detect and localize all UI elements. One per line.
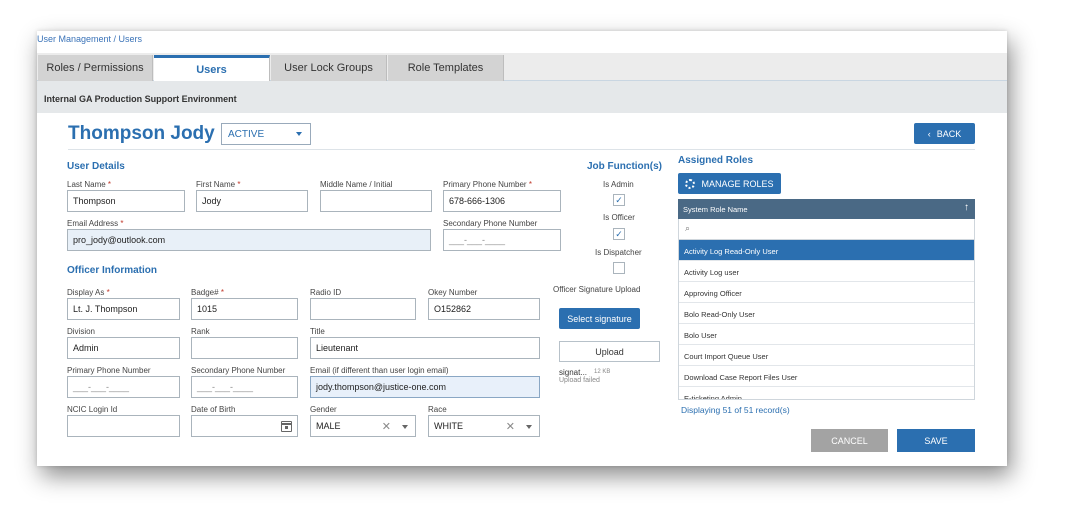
list-item[interactable]: Bolo User [679, 324, 974, 345]
okey-number-field[interactable]: O152862 [428, 298, 540, 320]
upload-status: Upload failed [559, 377, 600, 384]
signature-file-size: 12 KB [594, 369, 611, 375]
back-button[interactable]: ‹ BACK [914, 123, 975, 144]
race-label: Race [428, 405, 447, 414]
ncic-label: NCIC Login Id [67, 405, 118, 414]
rank-label: Rank [191, 327, 210, 336]
badge-label: Badge# * [191, 288, 224, 297]
job-function-title: Job Function(s) [587, 161, 662, 172]
tab-roles-permissions[interactable]: Roles / Permissions [38, 55, 153, 81]
manage-roles-button[interactable]: MANAGE ROLES [678, 173, 781, 194]
save-button[interactable]: SAVE [897, 429, 975, 452]
column-label: System Role Name [683, 205, 748, 214]
first-name-label: First Name * [196, 180, 241, 189]
status-select[interactable]: ACTIVE [221, 123, 311, 145]
display-as-label: Display As * [67, 288, 110, 297]
display-as-field[interactable]: Lt. J. Thompson [67, 298, 180, 320]
ncic-field[interactable] [67, 415, 180, 437]
list-item[interactable]: Download Case Report Files User [679, 366, 974, 387]
clear-icon[interactable]: ✕ [506, 420, 515, 433]
list-item[interactable]: Activity Log user [679, 261, 974, 282]
middle-name-field[interactable] [320, 190, 432, 212]
email-label: Email Address * [67, 219, 124, 228]
gender-select[interactable]: MALE ✕ [310, 415, 416, 437]
gender-label: Gender [310, 405, 337, 414]
title-label: Title [310, 327, 325, 336]
radio-id-label: Radio ID [310, 288, 342, 297]
app-window: User Management / Users Roles / Permissi… [37, 31, 1007, 466]
primary-phone-label: Primary Phone Number * [443, 180, 532, 189]
officer-primary-phone-label: Primary Phone Number [67, 366, 151, 375]
chevron-down-icon [526, 425, 532, 429]
rank-field[interactable] [191, 337, 298, 359]
officer-secondary-phone-label: Secondary Phone Number [191, 366, 286, 375]
status-value: ACTIVE [228, 129, 265, 140]
dob-field[interactable] [191, 415, 298, 437]
badge-field[interactable]: 1015 [191, 298, 298, 320]
is-officer-checkbox[interactable]: ✓ [613, 228, 625, 240]
page-title: Thompson Jody [68, 123, 215, 144]
middle-name-label: Middle Name / Initial [320, 180, 393, 189]
last-name-field[interactable]: Thompson [67, 190, 185, 212]
chevron-left-icon: ‹ [927, 128, 931, 139]
last-name-label: Last Name * [67, 180, 112, 189]
tab-users[interactable]: Users [154, 55, 270, 81]
list-item[interactable]: Approving Officer [679, 282, 974, 303]
officer-secondary-phone-field[interactable]: ___-___-____ [191, 376, 298, 398]
sort-arrow-icon[interactable]: ↑ [964, 202, 969, 213]
race-select[interactable]: WHITE ✕ [428, 415, 540, 437]
roles-column-header[interactable]: System Role Name ↑ [678, 199, 975, 219]
roles-search-input[interactable]: ⌕ [678, 219, 975, 240]
signature-file-name: signat... [559, 368, 588, 377]
search-icon: ⌕ [685, 223, 691, 233]
primary-phone-field[interactable]: 678-666-1306 [443, 190, 561, 212]
tab-user-lock-groups[interactable]: User Lock Groups [271, 55, 387, 81]
gear-icon [685, 178, 696, 189]
title-field[interactable]: Lieutenant [310, 337, 540, 359]
chevron-down-icon [296, 132, 302, 136]
email-field[interactable]: pro_jody@outlook.com [67, 229, 431, 251]
clear-icon[interactable]: ✕ [382, 420, 391, 433]
division-label: Division [67, 327, 96, 336]
divider [68, 149, 975, 150]
signature-upload-label: Officer Signature Upload [553, 285, 641, 294]
is-officer-label: Is Officer [603, 213, 635, 222]
tab-role-templates[interactable]: Role Templates [388, 55, 504, 81]
cancel-button[interactable]: CANCEL [811, 429, 888, 452]
okey-number-label: Okey Number [428, 288, 478, 297]
radio-id-field[interactable] [310, 298, 416, 320]
select-signature-button[interactable]: Select signature [559, 308, 640, 329]
user-details-title: User Details [67, 161, 125, 172]
is-admin-label: Is Admin [603, 180, 634, 189]
secondary-phone-field[interactable]: ___-___-____ [443, 229, 561, 251]
breadcrumb[interactable]: User Management / Users [37, 34, 142, 44]
chevron-down-icon [402, 425, 408, 429]
back-label: BACK [936, 128, 962, 139]
is-dispatcher-label: Is Dispatcher [595, 248, 642, 257]
is-admin-checkbox[interactable]: ✓ [613, 194, 625, 206]
officer-email-label: Email (if different than user login emai… [310, 366, 449, 375]
is-dispatcher-checkbox[interactable] [613, 262, 625, 274]
calendar-icon[interactable] [281, 421, 292, 432]
dob-label: Date of Birth [191, 405, 236, 414]
upload-button[interactable]: Upload [559, 341, 660, 362]
list-item[interactable]: Activity Log Read-Only User [679, 240, 974, 261]
officer-primary-phone-field[interactable]: ___-___-____ [67, 376, 180, 398]
officer-info-title: Officer Information [67, 265, 158, 276]
manage-roles-label: MANAGE ROLES [701, 178, 774, 189]
environment-label: Internal GA Production Support Environme… [37, 81, 1007, 113]
list-item[interactable]: Court Import Queue User [679, 345, 974, 366]
list-item[interactable]: E-ticketing Admin [679, 387, 974, 399]
division-field[interactable]: Admin [67, 337, 180, 359]
gender-value: MALE [316, 421, 341, 431]
list-item[interactable]: Bolo Read-Only User [679, 303, 974, 324]
roles-list[interactable]: Activity Log Read-Only User Activity Log… [678, 240, 975, 400]
officer-email-field[interactable]: jody.thompson@justice-one.com [310, 376, 540, 398]
assigned-roles-title: Assigned Roles [678, 155, 754, 166]
race-value: WHITE [434, 421, 463, 431]
first-name-field[interactable]: Jody [196, 190, 308, 212]
record-count: Displaying 51 of 51 record(s) [681, 405, 790, 415]
secondary-phone-label: Secondary Phone Number [443, 219, 538, 228]
